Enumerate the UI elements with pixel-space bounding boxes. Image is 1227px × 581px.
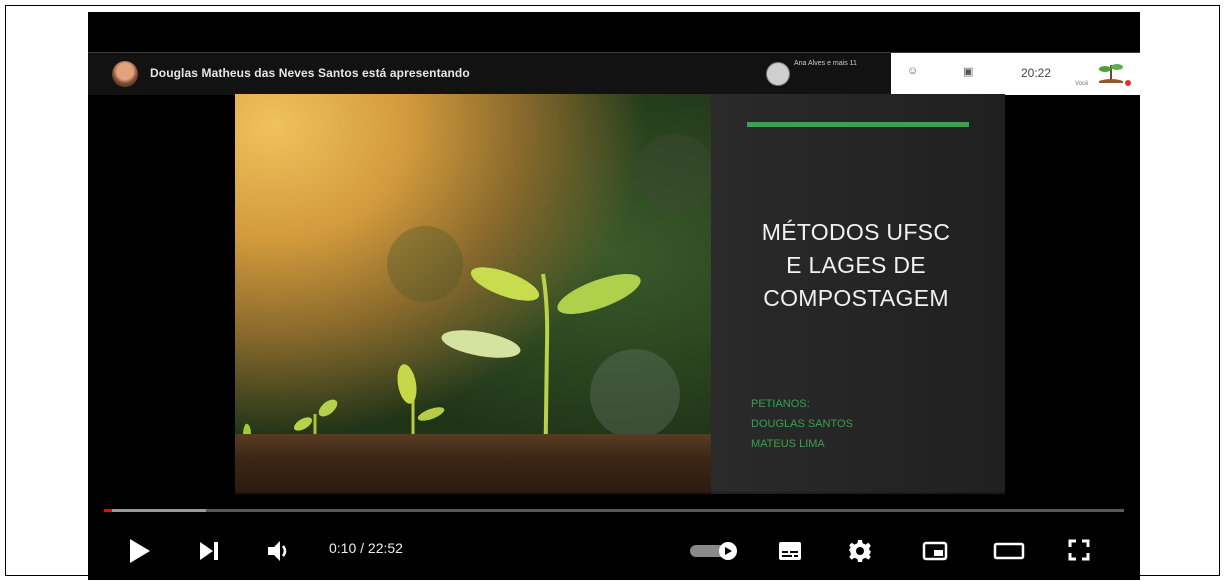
slide-title: MÉTODOS UFSC E LAGES DE COMPOSTAGEM — [731, 216, 981, 315]
viewer-avatar — [766, 62, 790, 86]
volume-icon[interactable] — [266, 539, 292, 563]
progress-loaded — [104, 509, 206, 512]
system-tray: ☺ ▣ 20:22 Você — [891, 53, 1140, 95]
author-line: MATEUS LIMA — [751, 438, 825, 450]
title-line: MÉTODOS UFSC — [761, 219, 951, 245]
progress-played — [104, 509, 112, 512]
people-icon: ☺ — [907, 65, 919, 77]
autoplay-toggle[interactable] — [690, 542, 740, 560]
presenter-avatar — [112, 61, 138, 87]
tray-label: Você — [1075, 81, 1089, 87]
accent-rule — [747, 122, 969, 127]
seedling-photo — [235, 94, 711, 494]
author-line: DOUGLAS SANTOS — [751, 418, 853, 430]
slide-text-panel: MÉTODOS UFSC E LAGES DE COMPOSTAGEM PETI… — [711, 94, 1005, 494]
author-line: PETIANOS: — [751, 398, 810, 410]
subtitles-icon[interactable] — [778, 541, 802, 561]
settings-gear-icon[interactable] — [848, 539, 872, 563]
next-icon[interactable] — [198, 540, 220, 562]
soil — [235, 434, 711, 494]
presentation-slide: MÉTODOS UFSC E LAGES DE COMPOSTAGEM PETI… — [235, 94, 1005, 494]
theater-mode-icon[interactable] — [993, 542, 1025, 560]
controls-gradient — [88, 492, 1140, 580]
slide-authors: PETIANOS: DOUGLAS SANTOS MATEUS LIMA — [751, 394, 853, 454]
chat-icon: ▣ — [963, 66, 974, 78]
plant-logo-icon — [1099, 64, 1131, 86]
presenter-text: Douglas Matheus das Neves Santos está ap… — [150, 66, 470, 80]
progress-bar[interactable] — [104, 509, 1124, 512]
title-line: E LAGES DE — [786, 252, 926, 278]
clock: 20:22 — [1021, 66, 1052, 80]
title-line: COMPOSTAGEM — [763, 285, 949, 311]
meet-presenter-bar: Douglas Matheus das Neves Santos está ap… — [88, 52, 1140, 95]
miniplayer-icon[interactable] — [922, 541, 948, 561]
time-display: 0:10 / 22:52 — [329, 540, 403, 556]
viewers-text: Ana Alves e mais 11 — [794, 60, 857, 67]
play-icon[interactable] — [128, 538, 152, 564]
fullscreen-icon[interactable] — [1068, 539, 1090, 561]
video-player[interactable]: Douglas Matheus das Neves Santos está ap… — [88, 12, 1140, 580]
